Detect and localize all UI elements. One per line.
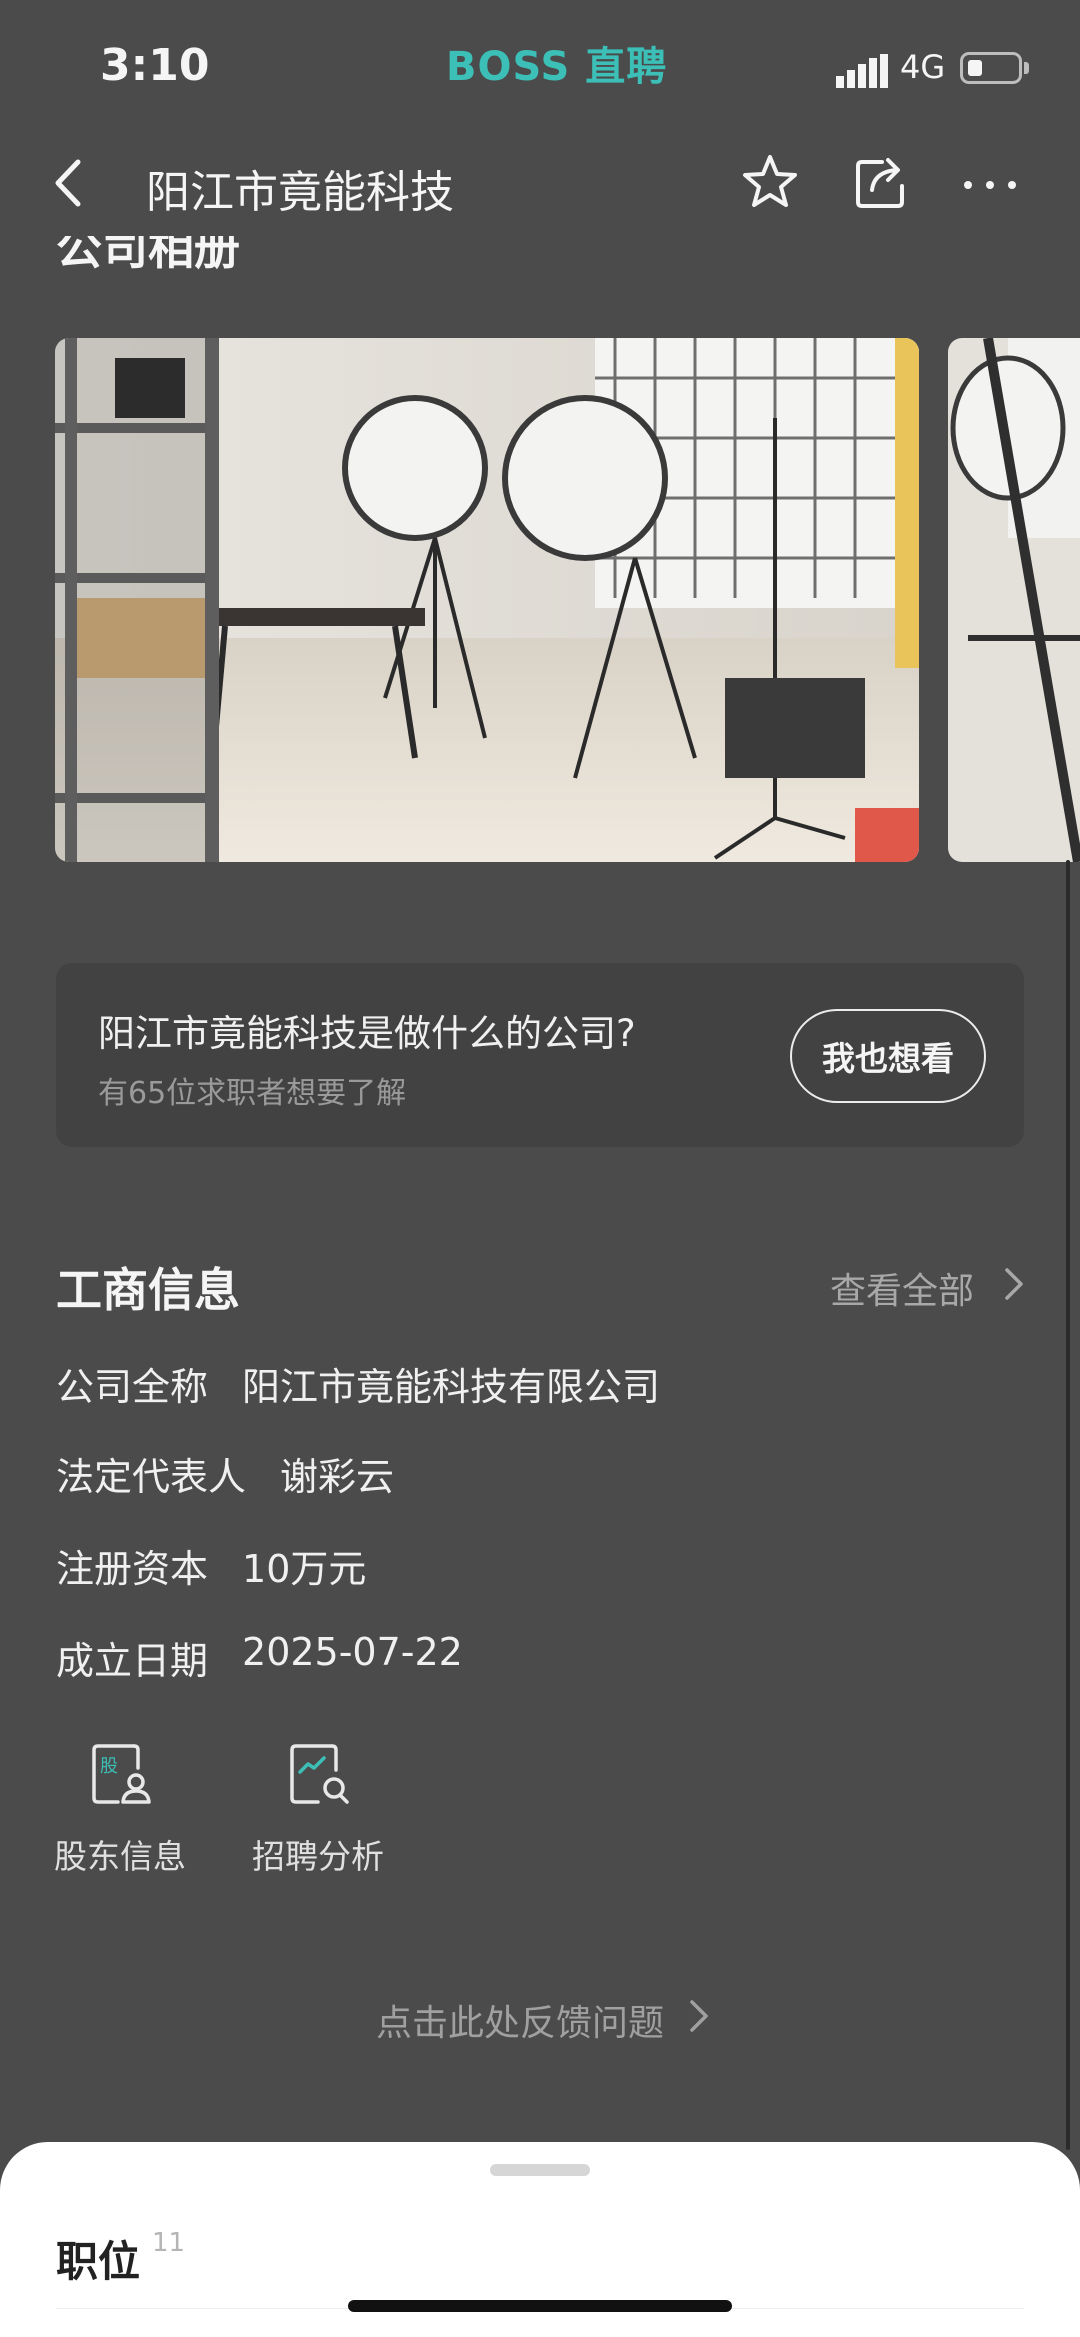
sheet-drag-handle[interactable] <box>490 2164 590 2176</box>
company-photo[interactable] <box>55 338 919 862</box>
company-question-card: 阳江市竟能科技是做什么的公司? 有65位求职者想要了解 我也想看 <box>56 963 1024 1147</box>
feedback-link[interactable]: 点击此处反馈问题 <box>376 1994 664 2046</box>
info-row-full-name: 公司全称 阳江市竟能科技有限公司 <box>56 1356 660 1411</box>
tab-jobs[interactable]: 职位 <box>56 2228 140 2289</box>
chevron-right-icon[interactable] <box>688 1996 710 2036</box>
page-title: 阳江市竟能科技 <box>146 167 454 218</box>
album-title: 公司相册 <box>56 236 240 272</box>
want-to-see-button[interactable]: 我也想看 <box>790 1009 986 1103</box>
star-icon[interactable] <box>740 152 800 212</box>
info-row-capital: 注册资本 10万元 <box>56 1538 366 1593</box>
more-icon[interactable] <box>960 160 1020 210</box>
question-subtitle: 有65位求职者想要了解 <box>98 1076 407 1111</box>
view-all-link[interactable]: 查看全部 <box>830 1262 974 1314</box>
info-value: 谢彩云 <box>280 1455 395 1499</box>
chevron-right-icon[interactable] <box>1002 1264 1026 1304</box>
info-value: 10万元 <box>242 1547 367 1591</box>
info-label: 成立日期 <box>56 1639 209 1683</box>
photo-studio-image <box>55 338 919 862</box>
jobs-count: 11 <box>152 2228 186 2258</box>
shareholder-icon: 股 <box>92 1744 151 1804</box>
info-value: 2025-07-22 <box>242 1630 463 1674</box>
recruit-analysis-button[interactable]: 招聘分析 <box>218 1738 418 1878</box>
signal-icon <box>836 54 888 88</box>
back-icon[interactable] <box>50 156 86 210</box>
info-label: 法定代表人 <box>56 1455 247 1499</box>
info-row-founded: 成立日期 2025-07-22 <box>56 1630 463 1685</box>
battery-tip <box>1024 62 1029 74</box>
tool-label: 股东信息 <box>54 1837 186 1876</box>
svg-text:股: 股 <box>100 1756 118 1777</box>
app-brand: BOSS 直聘 <box>446 44 668 90</box>
info-label: 注册资本 <box>56 1547 209 1591</box>
status-time: 3:10 <box>100 40 210 91</box>
shareholder-info-button[interactable]: 股 股东信息 <box>20 1738 220 1878</box>
info-label: 公司全称 <box>56 1365 209 1409</box>
question-title: 阳江市竟能科技是做什么的公司? <box>98 1012 636 1055</box>
home-indicator[interactable] <box>348 2300 732 2312</box>
company-photo[interactable] <box>948 338 1080 862</box>
album-title-clip: 公司相册 <box>56 236 356 272</box>
battery-icon <box>960 52 1022 84</box>
scrollbar[interactable] <box>1066 860 1070 2150</box>
tool-label: 招聘分析 <box>252 1837 384 1876</box>
business-info-title: 工商信息 <box>56 1263 240 1317</box>
info-row-legal-rep: 法定代表人 谢彩云 <box>56 1446 394 1501</box>
info-value: 阳江市竟能科技有限公司 <box>242 1365 661 1409</box>
recruit-analysis-icon <box>290 1744 349 1804</box>
share-icon[interactable] <box>852 154 910 212</box>
photo-studio-image <box>948 338 1080 862</box>
network-type: 4G <box>900 48 946 86</box>
